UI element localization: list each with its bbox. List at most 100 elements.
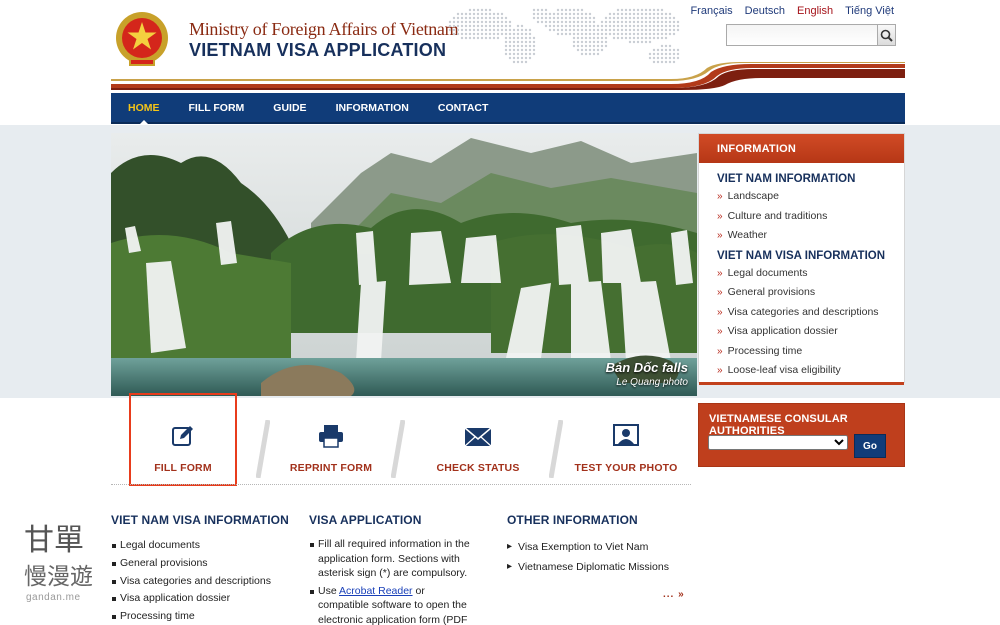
- map-dot: [512, 44, 516, 48]
- nav-fill-form[interactable]: FILL FORM: [189, 102, 245, 114]
- consular-select[interactable]: [708, 435, 848, 450]
- map-dot: [468, 28, 472, 32]
- map-dot: [464, 12, 468, 16]
- lang-english[interactable]: English: [797, 5, 833, 17]
- map-dot: [596, 24, 600, 28]
- info-item-application-dossier[interactable]: Visa application dossier: [717, 322, 904, 342]
- map-dot: [596, 32, 600, 36]
- map-dot: [568, 16, 572, 20]
- nav-guide[interactable]: GUIDE: [273, 102, 306, 114]
- map-dot: [584, 36, 588, 40]
- vn-info-heading[interactable]: VIET NAM INFORMATION: [717, 173, 904, 185]
- info-item-processing-time[interactable]: Processing time: [717, 342, 904, 362]
- map-dot: [516, 56, 520, 60]
- map-dot: [584, 48, 588, 52]
- map-dot: [504, 52, 508, 56]
- map-dot: [576, 12, 580, 16]
- map-dot: [592, 40, 596, 44]
- list-item[interactable]: General provisions: [111, 555, 289, 573]
- map-dot: [552, 16, 556, 20]
- map-dot: [480, 32, 484, 36]
- printer-icon: [319, 425, 343, 448]
- nav-home[interactable]: HOME: [128, 102, 160, 125]
- map-dot: [660, 12, 664, 16]
- info-item-visa-categories[interactable]: Visa categories and descriptions: [717, 303, 904, 323]
- info-item-loose-leaf-visa[interactable]: Loose-leaf visa eligibility: [717, 361, 904, 381]
- check-status-tile[interactable]: CHECK STATUS: [423, 418, 533, 480]
- map-dot: [584, 52, 588, 56]
- map-dot: [580, 44, 584, 48]
- map-dot: [608, 16, 612, 20]
- list-item[interactable]: Legal documents: [111, 537, 289, 555]
- map-dot: [652, 32, 656, 36]
- nav-contact[interactable]: CONTACT: [438, 102, 489, 114]
- map-dot: [572, 28, 576, 32]
- map-dot: [668, 52, 672, 56]
- map-dot: [600, 24, 604, 28]
- map-dot: [464, 36, 468, 40]
- info-item-culture[interactable]: Culture and traditions: [717, 207, 904, 227]
- map-dot: [488, 20, 492, 24]
- map-dot: [540, 8, 544, 12]
- map-dot: [532, 12, 536, 16]
- map-dot: [664, 52, 668, 56]
- vn-visa-info-heading[interactable]: VIET NAM VISA INFORMATION: [717, 250, 904, 262]
- list-item[interactable]: Visa categories and descriptions: [111, 573, 289, 591]
- main-nav: HOME FILL FORM GUIDE INFORMATION CONTACT: [111, 93, 905, 125]
- map-dot: [472, 32, 476, 36]
- map-dot: [496, 32, 500, 36]
- go-button[interactable]: Go: [854, 434, 886, 458]
- map-dot: [656, 20, 660, 24]
- tile-divider: [549, 420, 563, 478]
- list-item[interactable]: Vietnamese Diplomatic Missions: [507, 557, 669, 577]
- map-dot: [488, 36, 492, 40]
- map-dot: [640, 32, 644, 36]
- map-dot: [564, 8, 568, 12]
- language-switcher: Français Deutsch English Tiếng Việt: [690, 5, 894, 17]
- acrobat-reader-link[interactable]: Acrobat Reader: [339, 585, 413, 597]
- map-dot: [484, 24, 488, 28]
- list-item[interactable]: Processing time: [111, 608, 289, 625]
- map-dot: [576, 36, 580, 40]
- info-item-weather[interactable]: Weather: [717, 226, 904, 246]
- more-link[interactable]: ... »: [663, 589, 685, 600]
- lang-vietnamese[interactable]: Tiếng Việt: [845, 5, 894, 17]
- fill-form-tile[interactable]: FILL FORM: [128, 418, 238, 480]
- map-dot: [664, 36, 668, 40]
- map-dot: [664, 48, 668, 52]
- list-item[interactable]: Visa application dossier: [111, 590, 289, 608]
- map-dot: [504, 16, 508, 20]
- map-dot: [576, 20, 580, 24]
- map-dot: [500, 16, 504, 20]
- map-dot: [456, 12, 460, 16]
- map-dot: [604, 20, 608, 24]
- test-photo-tile[interactable]: TEST YOUR PHOTO: [571, 418, 681, 480]
- search-input[interactable]: [727, 25, 877, 45]
- map-dot: [516, 36, 520, 40]
- lang-german[interactable]: Deutsch: [745, 5, 785, 17]
- map-dot: [456, 20, 460, 24]
- map-dot: [460, 12, 464, 16]
- map-dot: [532, 40, 536, 44]
- reprint-form-tile[interactable]: REPRINT FORM: [276, 418, 386, 480]
- map-dot: [456, 32, 460, 36]
- map-dot: [628, 12, 632, 16]
- check-status-label: CHECK STATUS: [436, 462, 520, 474]
- map-dot: [560, 20, 564, 24]
- map-dot: [652, 56, 656, 60]
- watermark-line1: 甘單: [24, 523, 84, 558]
- map-dot: [612, 36, 616, 40]
- map-dot: [600, 28, 604, 32]
- lang-french[interactable]: Français: [690, 5, 732, 17]
- info-item-general-provisions[interactable]: General provisions: [717, 283, 904, 303]
- info-item-legal-documents[interactable]: Legal documents: [717, 264, 904, 284]
- nav-information[interactable]: INFORMATION: [336, 102, 409, 114]
- list-item[interactable]: Visa Exemption to Viet Nam: [507, 537, 669, 557]
- map-dot: [648, 12, 652, 16]
- map-dot: [512, 28, 516, 32]
- info-item-landscape[interactable]: Landscape: [717, 187, 904, 207]
- search-button[interactable]: [877, 25, 895, 45]
- map-dot: [516, 24, 520, 28]
- map-dot: [480, 36, 484, 40]
- map-dot: [460, 36, 464, 40]
